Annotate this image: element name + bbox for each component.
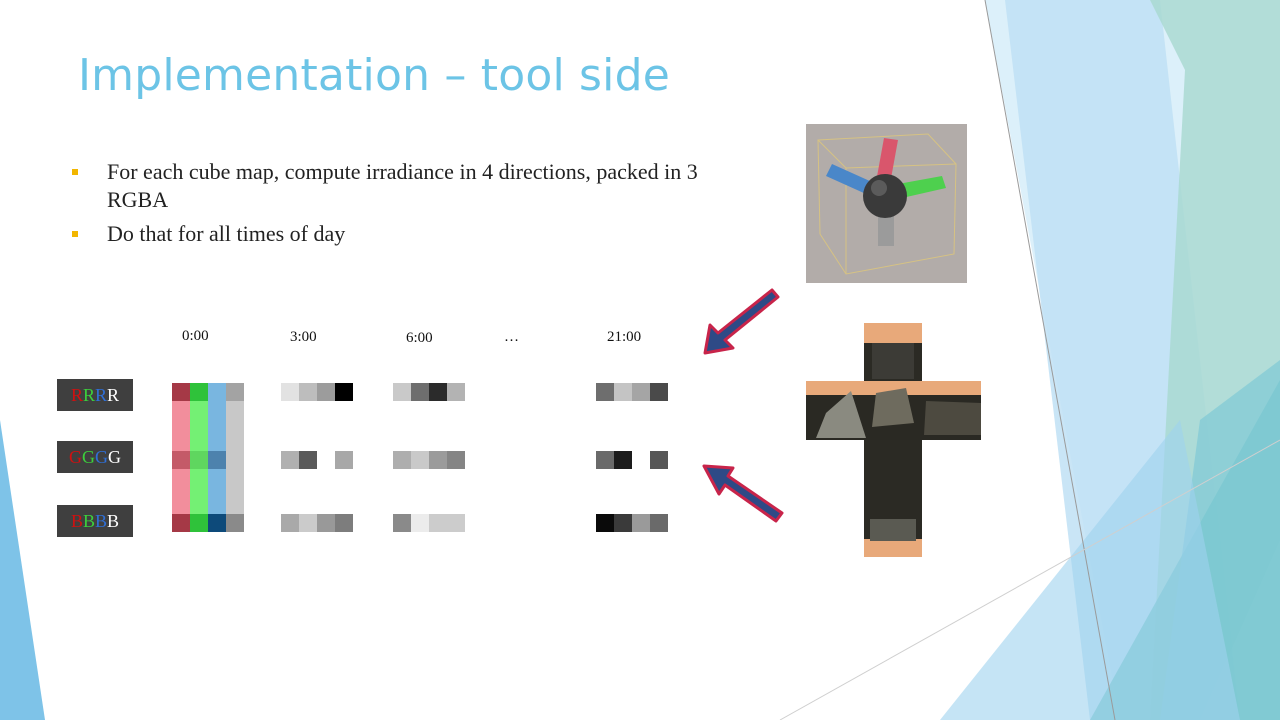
pixel-cell (208, 383, 226, 401)
channel-char: G (82, 447, 95, 467)
pixel-cell (317, 383, 335, 401)
pixel-cell (411, 514, 429, 532)
arrow-from-probe-icon (703, 288, 780, 355)
slide-title: Implementation – tool side (78, 50, 671, 101)
pixel-cell (632, 514, 650, 532)
pixel-cell (317, 514, 335, 532)
bullet-text: For each cube map, compute irradiance in… (107, 159, 698, 212)
pixel-cell (447, 451, 465, 469)
pixel-cell (596, 383, 614, 401)
cube-map-image (806, 323, 981, 557)
pixel-cell (226, 383, 244, 401)
time-label-0000: 0:00 (182, 328, 209, 344)
pixel-cell (429, 451, 447, 469)
pixel-cell (429, 514, 447, 532)
pixel-cell (632, 383, 650, 401)
bullet-marker-icon (72, 231, 78, 237)
bullet-list: For each cube map, compute irradiance in… (72, 158, 712, 254)
bullet-item: For each cube map, compute irradiance in… (72, 158, 712, 214)
channel-char: G (95, 447, 108, 467)
pixel-cell (281, 383, 299, 401)
pixel-cell (447, 383, 465, 401)
channel-char: G (69, 447, 82, 467)
pixel-cell (172, 451, 190, 469)
row-label-g: GGGG (57, 441, 133, 473)
pixel-cell (429, 383, 447, 401)
pixel-cell (335, 514, 353, 532)
pixel-cell (335, 451, 353, 469)
pixel-cell (650, 451, 668, 469)
pixel-cell (393, 451, 411, 469)
time-label-2100: 21:00 (607, 329, 642, 345)
channel-char: R (70, 385, 83, 405)
bullet-marker-icon (72, 169, 78, 175)
bullet-text: Do that for all times of day (107, 221, 346, 246)
channel-char: R (107, 385, 120, 405)
pixel-cell (447, 514, 465, 532)
channel-char: B (107, 511, 120, 531)
pixel-cell (190, 383, 208, 401)
pixel-cell (299, 514, 317, 532)
pixel-cell (281, 451, 299, 469)
pixel-cell (411, 451, 429, 469)
row-label-b: BBBB (57, 505, 133, 537)
pixel-cell (299, 383, 317, 401)
arrows-graphic (702, 288, 784, 523)
pixel-cell (335, 383, 353, 401)
pixel-cell (226, 514, 244, 532)
channel-char: R (95, 385, 108, 405)
pixel-cell (650, 383, 668, 401)
time-label-ellipsis: … (504, 329, 519, 345)
pixel-cell (411, 383, 429, 401)
pixel-cell (596, 514, 614, 532)
pixel-cell (172, 383, 190, 401)
pixel-cell (614, 383, 632, 401)
pixel-cell (190, 514, 208, 532)
pixel-cell (393, 383, 411, 401)
bullet-item: Do that for all times of day (72, 220, 712, 248)
pixel-cell (208, 451, 226, 469)
pixel-cell (281, 514, 299, 532)
channel-char: B (82, 511, 95, 531)
pixel-cell (393, 514, 411, 532)
pixel-cell (299, 451, 317, 469)
slide-background (0, 0, 1280, 720)
channel-char: B (95, 511, 108, 531)
pixel-cell (190, 451, 208, 469)
channel-char: B (70, 511, 83, 531)
time-label-0600: 6:00 (406, 330, 433, 346)
channel-char: R (82, 385, 95, 405)
time-label-0300: 3:00 (290, 329, 317, 345)
arrow-from-cubemap-icon (702, 464, 784, 523)
pixel-cell (614, 451, 632, 469)
row-label-r: RRRR (57, 379, 133, 411)
light-probe-image (806, 124, 967, 283)
pixel-cell (208, 514, 226, 532)
pixel-cell (596, 451, 614, 469)
pixel-cell (614, 514, 632, 532)
pixel-cell (172, 514, 190, 532)
pixel-cell (650, 514, 668, 532)
pixel-cell (226, 451, 244, 469)
channel-char: G (108, 447, 121, 467)
